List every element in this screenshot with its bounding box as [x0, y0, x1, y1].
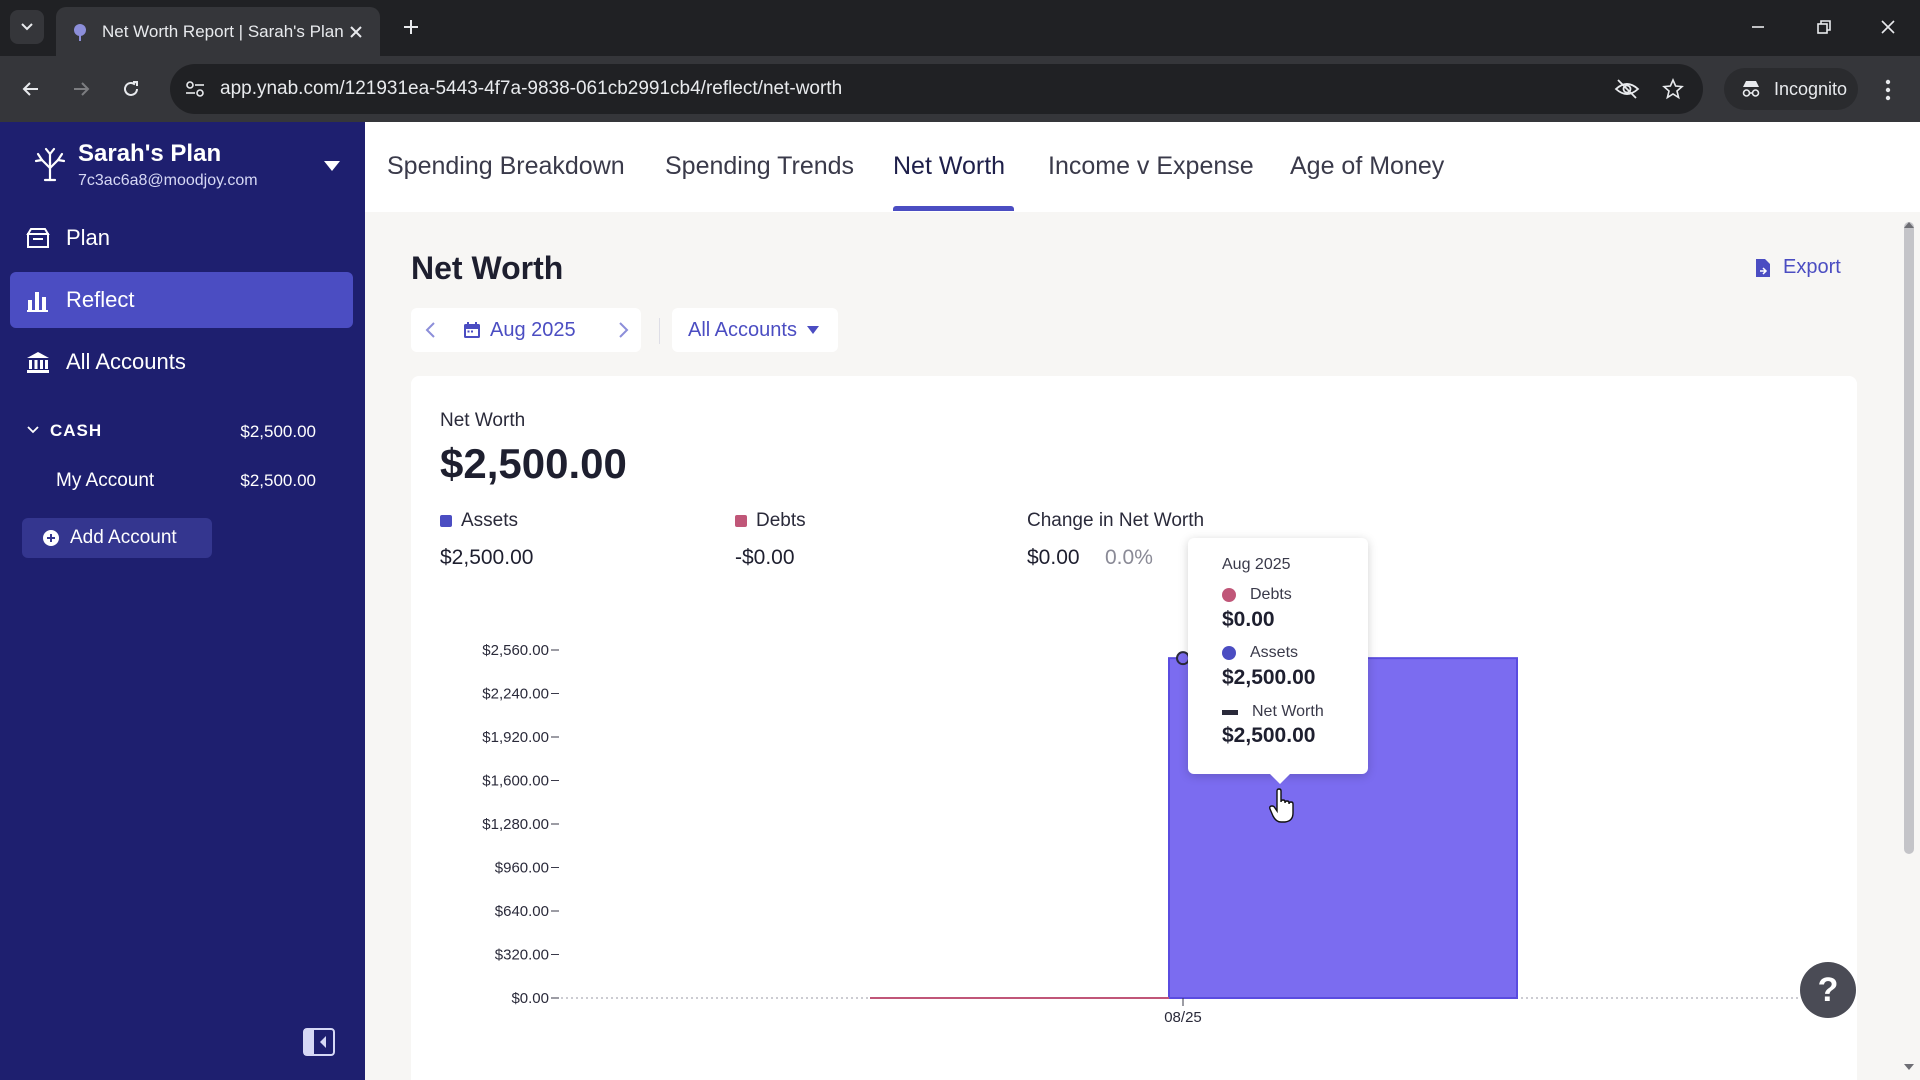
account-balance: $2,500.00: [240, 471, 316, 490]
scroll-up-icon[interactable]: [1903, 220, 1915, 230]
browser-tab[interactable]: Net Worth Report | Sarah's Plan: [56, 7, 380, 56]
y-tick-label: $960.00: [495, 860, 549, 877]
account-group-balance: $2,500.00: [240, 422, 316, 441]
nav-item-label: Reflect: [66, 287, 135, 312]
tooltip-assets-label: Assets: [1250, 644, 1299, 661]
net-worth-chart: $0.00 $320.00 $640.00 $960.00 $1,280.00 $1,60…: [482, 642, 1800, 1026]
debts-dot-icon: [1222, 588, 1236, 602]
restore-button[interactable]: [1806, 12, 1842, 42]
account-group-cash[interactable]: CASH $2,500.00: [26, 419, 316, 447]
plus-icon: [404, 20, 418, 34]
assets-dot-icon: [1222, 646, 1236, 660]
add-account-label: Add Account: [70, 527, 177, 548]
chevron-down-icon: [21, 23, 33, 31]
tooltip-assets-value: $2,500.00: [1222, 666, 1316, 689]
app-sidebar: Sarah's Plan 7c3ac6a8@moodjoy.com Plan R…: [0, 122, 365, 1080]
bookmark-star-icon[interactable]: [1660, 76, 1686, 102]
plan-switcher[interactable]: Sarah's Plan 7c3ac6a8@moodjoy.com: [0, 136, 365, 192]
address-bar[interactable]: app.ynab.com/121931ea-5443-4f7a-9838-061…: [170, 64, 1703, 114]
close-window-button[interactable]: [1870, 12, 1906, 42]
tooltip-net-worth-value: $2,500.00: [1222, 724, 1316, 747]
scrollbar-thumb[interactable]: [1904, 222, 1914, 854]
net-worth-line-icon: [1222, 709, 1238, 715]
back-button[interactable]: [14, 72, 48, 106]
nav-item-label: Plan: [66, 225, 111, 250]
hand-pointer-cursor-icon: [1269, 788, 1294, 823]
minimize-icon: [1752, 26, 1764, 28]
ynab-favicon-icon: [74, 23, 86, 41]
kebab-menu-icon: [1885, 79, 1891, 101]
account-group-name: CASH: [50, 421, 103, 440]
y-tick-label: $640.00: [495, 903, 549, 920]
help-button[interactable]: ?: [1800, 962, 1856, 1018]
nav-item-label: All Accounts: [66, 349, 186, 374]
y-tick-label: $0.00: [511, 990, 549, 1007]
tooltip-debts-label: Debts: [1250, 586, 1292, 603]
tooltip-net-worth-label-wrap: Net Worth: [1222, 703, 1324, 721]
url-text[interactable]: app.ynab.com/121931ea-5443-4f7a-9838-061…: [220, 78, 842, 100]
incognito-label: Incognito: [1774, 78, 1848, 99]
close-icon: [1881, 20, 1895, 34]
x-tick-label: 08/25: [1164, 1009, 1202, 1026]
new-tab-button[interactable]: [396, 12, 426, 42]
y-tick-label: $2,560.00: [482, 642, 549, 659]
minimize-button[interactable]: [1740, 12, 1776, 42]
scroll-down-icon[interactable]: [1903, 1062, 1915, 1072]
reload-icon: [124, 81, 138, 96]
browser-toolbar: app.ynab.com/121931ea-5443-4f7a-9838-061…: [0, 56, 1920, 122]
tooltip-debts-label-wrap: Debts: [1222, 586, 1292, 604]
y-tick-label: $1,600.00: [482, 773, 549, 790]
plan-name: Sarah's Plan: [78, 140, 222, 167]
tooltip-net-worth-label: Net Worth: [1252, 703, 1324, 720]
chart-tooltip: Aug 2025 Debts $0.00 Assets $2,500.00 Ne…: [1188, 538, 1368, 784]
bar-chart-icon: [24, 286, 52, 314]
forward-button[interactable]: [64, 72, 98, 106]
arrow-left-icon: [22, 82, 38, 96]
collapse-sidebar-icon[interactable]: [302, 1027, 336, 1057]
incognito-icon: [1742, 81, 1760, 97]
arrow-right-icon: [74, 82, 90, 96]
plus-circle-icon: [43, 530, 59, 546]
add-account-button[interactable]: Add Account: [22, 518, 212, 558]
tab-search-button[interactable]: [10, 10, 44, 44]
y-tick-label: $2,240.00: [482, 686, 549, 703]
browser-menu-button[interactable]: [1876, 76, 1900, 104]
plan-email: 7c3ac6a8@moodjoy.com: [78, 172, 258, 189]
y-tick-label: $320.00: [495, 947, 549, 964]
site-info-icon[interactable]: [182, 78, 208, 100]
caret-down-icon[interactable]: [320, 154, 344, 178]
ynab-tree-logo-icon: [34, 147, 66, 182]
y-tick-label: $1,920.00: [482, 729, 549, 746]
account-item-my-account[interactable]: My Account $2,500.00: [56, 468, 316, 496]
chevron-down-icon: [27, 426, 39, 434]
main-content: Spending Breakdown Spending Trends Net W…: [365, 122, 1920, 1080]
tooltip-month: Aug 2025: [1222, 556, 1291, 573]
close-tab-icon[interactable]: [344, 20, 368, 44]
incognito-indicator[interactable]: Incognito: [1724, 68, 1858, 110]
nav-item-all-accounts[interactable]: All Accounts: [10, 334, 353, 390]
browser-tab-title: Net Worth Report | Sarah's Plan: [102, 21, 344, 41]
tooltip-debts-value: $0.00: [1222, 608, 1275, 631]
nav-item-reflect[interactable]: Reflect: [10, 272, 353, 328]
tooltip-assets-label-wrap: Assets: [1222, 644, 1298, 662]
reload-button[interactable]: [114, 72, 148, 106]
restore-icon: [1817, 20, 1831, 34]
nav-item-plan[interactable]: Plan: [10, 210, 353, 266]
bank-icon: [24, 348, 52, 376]
browser-tab-strip: Net Worth Report | Sarah's Plan: [0, 0, 1920, 56]
y-tick-label: $1,280.00: [482, 816, 549, 833]
account-name: My Account: [56, 470, 155, 491]
plan-icon: [24, 224, 52, 252]
eye-off-icon[interactable]: [1614, 76, 1640, 102]
